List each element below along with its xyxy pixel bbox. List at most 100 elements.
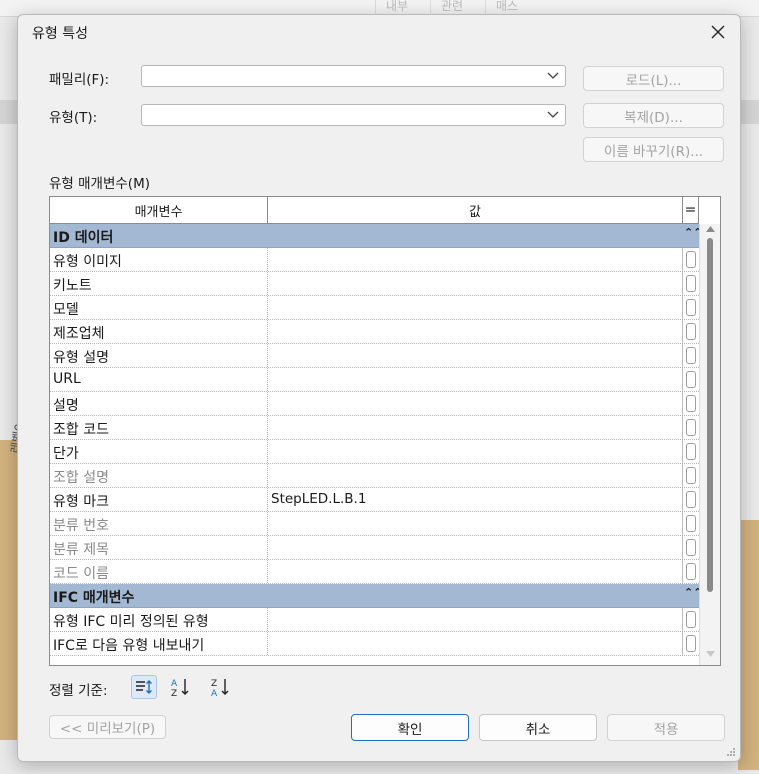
grid-rows: ID 데이터 ⌃⌃ 유형 이미지 키노트 모델 제조업체 유형 설명 URL 설명 조합 코드… (50, 224, 702, 656)
parameter-value[interactable] (268, 440, 683, 463)
dialog-titlebar: 유형 특성 (18, 15, 740, 49)
parameter-value[interactable] (268, 392, 683, 415)
parameter-row[interactable]: URL (50, 368, 699, 392)
column-header-value[interactable]: 값 (268, 197, 683, 224)
parameter-name: 키노트 (50, 272, 268, 295)
parameter-name: IFC로 다음 유형 내보내기 (50, 632, 268, 655)
parameter-name: 조합 코드 (50, 416, 268, 439)
parameter-value[interactable] (268, 608, 683, 631)
parameter-value[interactable] (268, 296, 683, 319)
parameter-row[interactable]: 단가 (50, 440, 699, 464)
formula-button[interactable] (686, 347, 696, 364)
parameter-value[interactable] (268, 248, 683, 271)
scroll-thumb[interactable] (707, 238, 713, 592)
sort-z-a-icon: Z A (211, 679, 229, 697)
formula-button[interactable] (686, 251, 696, 268)
chevron-down-icon (547, 72, 559, 79)
parameter-name: 유형 IFC 미리 정의된 유형 (50, 608, 268, 631)
parameter-row[interactable]: 제조업체 (50, 320, 699, 344)
parameter-row[interactable]: 유형 이미지 (50, 248, 699, 272)
parameter-name: 제조업체 (50, 320, 268, 343)
close-button[interactable] (704, 19, 732, 45)
parameter-row[interactable]: 모델 (50, 296, 699, 320)
parameter-value[interactable] (268, 560, 683, 583)
formula-button[interactable] (686, 611, 696, 628)
formula-button[interactable] (686, 443, 696, 460)
parameter-name: 유형 마크 (50, 488, 268, 511)
type-label: 유형(T): (49, 110, 98, 126)
parameter-value[interactable] (268, 320, 683, 343)
ribbon-tab: 내부 (375, 0, 418, 14)
formula-button[interactable] (686, 563, 696, 580)
rename-button[interactable]: 이름 바꾸기(R)... (583, 137, 724, 162)
scroll-down-icon[interactable] (706, 651, 715, 657)
sort-grouped-button[interactable] (131, 675, 157, 699)
formula-button[interactable] (686, 491, 696, 508)
parameter-name: 조합 설명 (50, 464, 268, 487)
svg-text:Z: Z (171, 689, 177, 697)
parameter-row[interactable]: 조합 코드 (50, 416, 699, 440)
formula-button[interactable] (686, 371, 696, 388)
parameter-name: URL (50, 368, 268, 391)
parameter-name: 분류 번호 (50, 512, 268, 535)
dialog-title: 유형 특성 (32, 26, 88, 42)
formula-button[interactable] (686, 275, 696, 292)
parameter-value[interactable] (268, 272, 683, 295)
load-button[interactable]: 로드(L)... (583, 66, 724, 91)
parameter-row[interactable]: 유형 설명 (50, 344, 699, 368)
column-header-formula[interactable]: = (683, 197, 699, 224)
vertical-scrollbar[interactable] (699, 224, 720, 665)
formula-button[interactable] (686, 323, 696, 340)
parameter-value[interactable] (268, 416, 683, 439)
parameter-value[interactable] (268, 536, 683, 559)
formula-button[interactable] (686, 419, 696, 436)
column-header-parameter[interactable]: 매개변수 (50, 197, 268, 224)
parameter-row[interactable]: 분류 번호 (50, 512, 699, 536)
parameter-row[interactable]: 조합 설명 (50, 464, 699, 488)
parameter-name: 모델 (50, 296, 268, 319)
duplicate-button[interactable]: 복제(D)... (583, 103, 724, 128)
parameter-row[interactable]: IFC로 다음 유형 내보내기 (50, 632, 699, 656)
parameter-value[interactable] (268, 512, 683, 535)
close-icon (711, 25, 725, 39)
sort-label: 정렬 기준: (49, 683, 108, 699)
parameter-name: 유형 이미지 (50, 248, 268, 271)
sort-a-z-icon: A Z (171, 679, 189, 697)
parameter-row[interactable]: 설명 (50, 392, 699, 416)
parameter-name: 분류 제목 (50, 536, 268, 559)
parameter-row[interactable]: 유형 마크 StepLED.L.B.1 (50, 488, 699, 512)
svg-text:A: A (171, 679, 178, 689)
parameter-value[interactable]: StepLED.L.B.1 (268, 488, 683, 511)
formula-button[interactable] (686, 299, 696, 316)
type-dropdown[interactable] (141, 104, 566, 126)
parameter-row[interactable]: 유형 IFC 미리 정의된 유형 (50, 608, 699, 632)
scroll-up-icon[interactable] (706, 226, 715, 232)
family-label: 패밀리(F): (49, 72, 110, 88)
preview-button[interactable]: << 미리보기(P) (49, 715, 166, 739)
formula-button[interactable] (686, 515, 696, 532)
cancel-button[interactable]: 취소 (479, 714, 597, 741)
family-dropdown[interactable] (141, 65, 566, 87)
parameter-row[interactable]: 분류 제목 (50, 536, 699, 560)
parameter-row[interactable]: 키노트 (50, 272, 699, 296)
group-header-identity-data[interactable]: ID 데이터 ⌃⌃ (50, 224, 702, 248)
parameter-name: 설명 (50, 392, 268, 415)
formula-button[interactable] (686, 635, 696, 652)
group-header-ifc-parameters[interactable]: IFC 매개변수 ⌃⌃ (50, 584, 702, 608)
formula-button[interactable] (686, 467, 696, 484)
formula-button[interactable] (686, 539, 696, 556)
background-model (738, 520, 759, 770)
apply-button[interactable]: 적용 (607, 714, 725, 741)
formula-button[interactable] (686, 395, 696, 412)
group-title: IFC 매개변수 (53, 590, 135, 606)
sort-ascending-button[interactable]: A Z (168, 675, 194, 699)
parameter-value[interactable] (268, 344, 683, 367)
parameter-value[interactable] (268, 368, 683, 391)
parameter-row[interactable]: 코드 이름 (50, 560, 699, 584)
parameter-value[interactable] (268, 632, 683, 655)
sort-descending-button[interactable]: Z A (208, 675, 234, 699)
ok-button[interactable]: 확인 (351, 714, 469, 741)
resize-grip-icon[interactable] (726, 747, 736, 757)
parameter-name: 유형 설명 (50, 344, 268, 367)
parameter-value[interactable] (268, 464, 683, 487)
